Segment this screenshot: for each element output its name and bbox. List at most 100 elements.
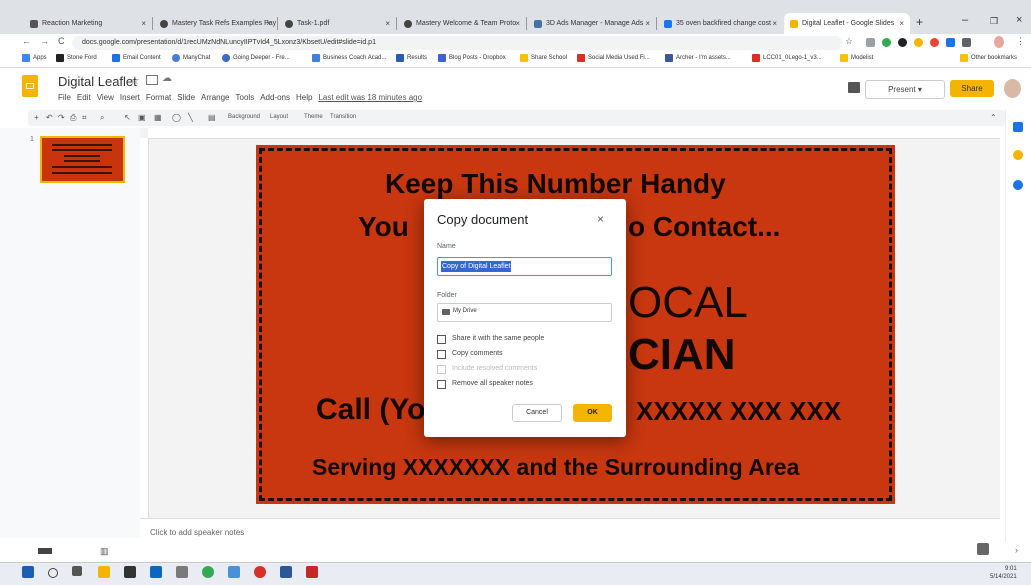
menu-arrange[interactable]: Arrange	[201, 93, 229, 102]
tab-reaction-marketing[interactable]: Reaction Marketing ×	[24, 13, 152, 34]
reload-icon[interactable]: C	[58, 36, 65, 46]
bookmark-item[interactable]: Archer - I'm assets...	[665, 54, 731, 62]
share-same-people-checkbox[interactable]	[437, 335, 446, 344]
close-icon[interactable]: ×	[597, 212, 604, 226]
slide-heading[interactable]: Keep This Number Handy	[385, 168, 726, 200]
tab-oven-backfired[interactable]: 35 oven backfired change cost ×	[658, 13, 783, 34]
shape-icon[interactable]: ◯	[172, 113, 181, 122]
line-icon[interactable]: ╲	[188, 113, 193, 122]
bookmark-apps[interactable]: Apps	[22, 54, 47, 62]
tab-close-icon[interactable]: ×	[515, 19, 520, 28]
mail-icon[interactable]	[150, 566, 162, 578]
extensions-puzzle-icon[interactable]	[962, 38, 971, 47]
bookmark-item[interactable]: Results	[396, 54, 427, 62]
collapse-toolbar-icon[interactable]: ⌃	[990, 113, 997, 122]
slide-footer-text[interactable]: Serving XXXXXXX and the Surrounding Area	[312, 454, 799, 481]
google-slides-logo[interactable]	[22, 75, 38, 97]
close-window-button[interactable]: ×	[1016, 14, 1022, 26]
bookmark-item[interactable]: LCC01_0Lego-1_v3...	[752, 54, 822, 62]
present-button[interactable]: Present ▾	[865, 80, 945, 99]
layout-button[interactable]: Layout	[270, 114, 288, 120]
bookmark-item[interactable]: Share School	[520, 54, 567, 62]
bookmark-item[interactable]: Email Content	[112, 54, 161, 62]
app-icon[interactable]	[176, 566, 188, 578]
bookmark-item[interactable]: Going Deeper - Fre...	[222, 54, 290, 62]
text-box-icon[interactable]: ▣	[138, 113, 146, 122]
slide-thumbnail[interactable]	[40, 136, 125, 183]
slide-text[interactable]: CIAN	[628, 330, 736, 380]
menu-format[interactable]: Format	[146, 93, 171, 102]
tab-digital-leaflet[interactable]: Digital Leaflet - Google Slides ×	[784, 13, 910, 34]
menu-file[interactable]: File	[58, 93, 71, 102]
slide-text[interactable]: OCAL	[628, 278, 748, 328]
tab-close-icon[interactable]: ×	[141, 19, 146, 28]
expand-panel-icon[interactable]: ›	[1015, 545, 1018, 555]
background-button[interactable]: Background	[228, 114, 260, 120]
menu-insert[interactable]: Insert	[120, 93, 140, 102]
minimize-button[interactable]: –	[962, 14, 968, 26]
system-clock[interactable]: 9:01 5/14/2021	[990, 565, 1017, 581]
bookmark-item[interactable]: ManyChat	[172, 54, 210, 62]
tab-close-icon[interactable]: ×	[899, 19, 904, 28]
bookmark-item[interactable]: Business Coach Acad...	[312, 54, 386, 62]
windows-start-icon[interactable]	[22, 566, 34, 578]
star-icon[interactable]: ☆	[845, 36, 853, 47]
slide-text[interactable]: Call (Yo	[316, 393, 425, 427]
extension-icon[interactable]	[866, 38, 875, 47]
document-title[interactable]: Digital Leaflet	[58, 74, 137, 89]
chrome-icon[interactable]	[202, 566, 214, 578]
keep-icon[interactable]	[1013, 150, 1023, 160]
menu-help[interactable]: Help	[296, 93, 312, 102]
theme-button[interactable]: Theme	[304, 114, 323, 120]
slide-text[interactable]: XXXXX XXX XXX	[636, 396, 841, 427]
bookmark-item[interactable]: Blog Posts - Dropbox	[438, 54, 506, 62]
browser-menu-icon[interactable]: ⋮	[1016, 36, 1025, 47]
tab-close-icon[interactable]: ×	[645, 19, 650, 28]
tab-mastery-welcome[interactable]: Mastery Welcome & Team Proto ×	[398, 13, 526, 34]
back-arrow-icon[interactable]: ←	[22, 36, 31, 46]
redo-icon[interactable]: ↷	[58, 113, 65, 122]
last-edit-link[interactable]: Last edit was 18 minutes ago	[318, 93, 422, 102]
tab-close-icon[interactable]: ×	[266, 19, 271, 28]
bookmark-item[interactable]: Social Media Used Fi...	[577, 54, 650, 62]
paint-format-icon[interactable]: ⌗	[82, 113, 87, 123]
ok-button[interactable]: OK	[573, 404, 612, 422]
menu-tools[interactable]: Tools	[236, 93, 255, 102]
task-view-icon[interactable]	[72, 566, 82, 576]
slide-text[interactable]: You	[358, 211, 409, 243]
tab-close-icon[interactable]: ×	[772, 19, 777, 28]
explore-icon[interactable]	[977, 543, 989, 555]
forward-arrow-icon[interactable]: →	[40, 36, 49, 46]
other-bookmarks[interactable]: Other bookmarks	[960, 54, 1017, 62]
calendar-icon[interactable]	[1013, 122, 1023, 132]
avatar[interactable]	[1004, 79, 1021, 98]
app-icon[interactable]	[254, 566, 266, 578]
remove-speaker-notes-checkbox[interactable]	[437, 380, 446, 389]
comment-add-icon[interactable]: ▤	[208, 113, 216, 122]
transition-button[interactable]: Transition	[330, 114, 356, 120]
checkbox-label[interactable]: Share it with the same people	[452, 335, 544, 342]
extension-icon[interactable]	[882, 38, 891, 47]
undo-icon[interactable]: ↶	[46, 113, 53, 122]
extension-icon[interactable]	[898, 38, 907, 47]
cancel-button[interactable]: Cancel	[512, 404, 562, 422]
tab-close-icon[interactable]: ×	[385, 19, 390, 28]
store-icon[interactable]	[124, 566, 136, 578]
filmstrip-view-icon[interactable]: ▥	[100, 546, 109, 557]
menu-edit[interactable]: Edit	[77, 93, 91, 102]
tasks-icon[interactable]	[1013, 180, 1023, 190]
name-input-value[interactable]: Copy of Digital Leaflet	[441, 261, 512, 272]
comment-icon[interactable]	[848, 82, 860, 93]
tab-task-pdf[interactable]: Task-1.pdf ×	[279, 13, 396, 34]
folder-value[interactable]: My Drive	[453, 308, 477, 314]
copy-comments-checkbox[interactable]	[437, 350, 446, 359]
tab-mastery-task[interactable]: Mastery Task Refs Examples Pay ×	[154, 13, 277, 34]
app-icon[interactable]	[228, 566, 240, 578]
word-icon[interactable]	[280, 566, 292, 578]
extension-icon[interactable]	[946, 38, 955, 47]
menu-addons[interactable]: Add-ons	[260, 93, 290, 102]
bookmark-item[interactable]: Modelist	[840, 54, 873, 62]
search-icon[interactable]	[48, 568, 58, 578]
checkbox-label[interactable]: Copy comments	[452, 350, 503, 357]
bookmark-item[interactable]: Stone Ford	[56, 54, 97, 62]
